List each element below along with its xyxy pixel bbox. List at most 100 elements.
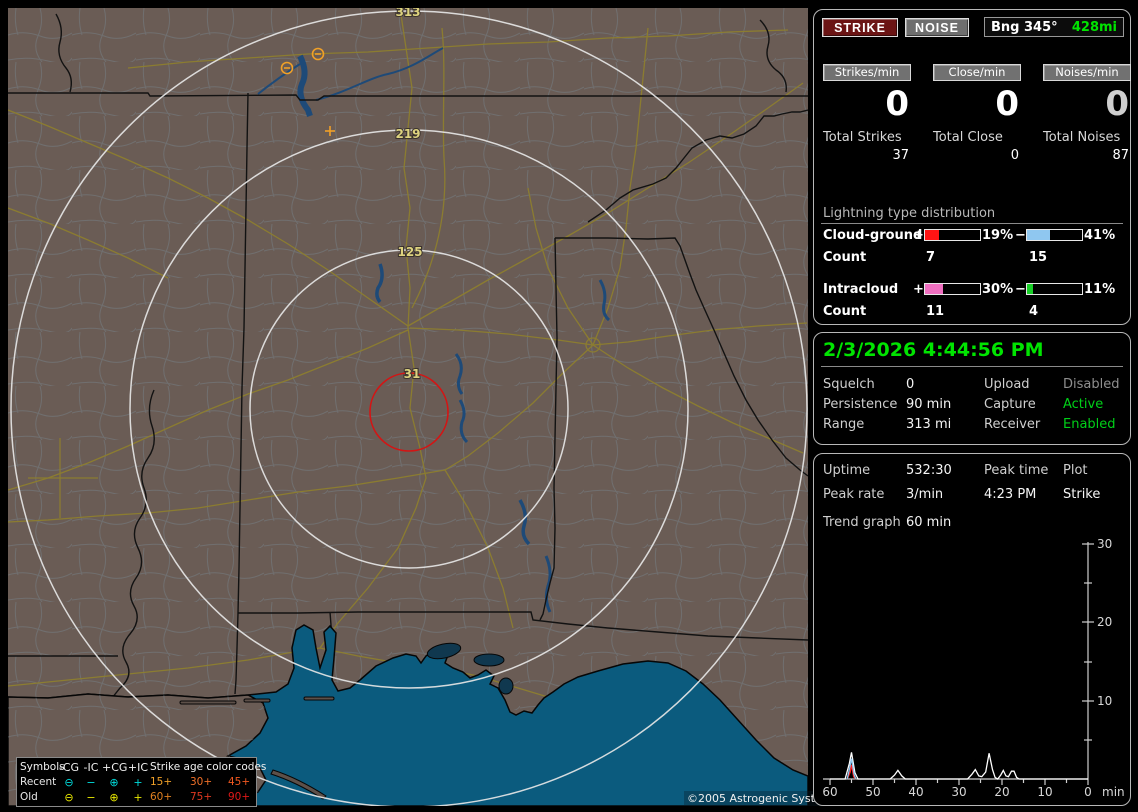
- svg-text:313: 313: [395, 8, 420, 19]
- intracloud-count-row: Count 11 4: [814, 304, 1130, 320]
- legend-col-nic: -IC: [83, 761, 99, 774]
- y-tick-20: 20: [1097, 615, 1112, 629]
- strikes-counter-column: Strikes/min 0 Total Strikes 37: [823, 64, 911, 163]
- ic-positive-count: 11: [926, 304, 945, 319]
- ic-positive-bar: [924, 283, 981, 295]
- receiver-status: Enabled: [1063, 417, 1116, 432]
- x-axis-unit: min: [1102, 785, 1125, 799]
- capture-label: Capture: [984, 397, 1036, 412]
- cloud-ground-label: Cloud-ground: [823, 228, 923, 243]
- age-90: 90+: [228, 791, 251, 804]
- ic-negative-bar: [1026, 283, 1083, 295]
- peak-rate-value: 3/min: [906, 487, 944, 502]
- y-tick-30: 30: [1097, 537, 1112, 551]
- cloud-ground-count-row: Count 7 15: [814, 250, 1130, 266]
- recent-ncg-icon: ⊖: [64, 776, 74, 789]
- squelch-value: 0: [906, 377, 915, 392]
- strikes-per-min-value: 0: [885, 84, 909, 124]
- close-per-min-button[interactable]: Close/min: [933, 64, 1021, 81]
- strike-mode-button[interactable]: STRIKE: [822, 18, 898, 37]
- recent-pic-icon: +: [133, 776, 143, 789]
- trend-axis-labels: 30 20 10 60 50 40 30 20 10 0 min: [822, 537, 1124, 799]
- x-tick-50: 50: [865, 785, 880, 799]
- age-30: 30+: [190, 776, 213, 789]
- squelch-label: Squelch: [823, 377, 875, 392]
- legend-age-header: Strike age color codes: [150, 761, 267, 774]
- trend-chart: 30 20 10 60 50 40 30 20 10 0 min: [822, 537, 1124, 799]
- persistence-label: Persistence: [823, 397, 898, 412]
- legend-recent-label: Recent: [20, 776, 57, 789]
- bearing-readout: Bng 345° 428mi: [984, 17, 1124, 37]
- trend-graph-label: Trend graph: [823, 515, 901, 530]
- svg-text:31: 31: [404, 367, 421, 381]
- total-strikes-label: Total Strikes: [823, 130, 902, 145]
- total-strikes-value: 37: [892, 148, 909, 163]
- total-close-label: Total Close: [933, 130, 1003, 145]
- upload-label: Upload: [984, 377, 1030, 392]
- x-tick-0: 0: [1084, 785, 1092, 799]
- legend-old-row: Old ⊖ − ⊕ + 60+ 75+ 90+: [20, 790, 256, 805]
- cg-negative-bar: [1026, 229, 1083, 241]
- datetime-divider: [821, 366, 1123, 367]
- persistence-value: 90 min: [906, 397, 952, 412]
- cg-negative-count: 15: [1029, 250, 1048, 265]
- recent-pcg-icon: ⊕: [109, 776, 119, 789]
- status-panel: 2/3/2026 4:44:56 PM Squelch 0 Persistenc…: [813, 332, 1131, 445]
- ic-negative-count: 4: [1029, 304, 1039, 319]
- cg-positive-bar: [924, 229, 981, 241]
- noises-counter-column: Noises/min 0 Total Noises 87: [1043, 64, 1131, 163]
- age-15: 15+: [150, 776, 173, 789]
- map-svg: 313 219 125 31: [8, 8, 808, 806]
- age-45: 45+: [228, 776, 251, 789]
- noises-per-min-button[interactable]: Noises/min: [1043, 64, 1131, 81]
- receiver-label: Receiver: [984, 417, 1041, 432]
- plus-sign: +: [913, 282, 924, 297]
- close-per-min-value: 0: [995, 84, 1019, 124]
- uptime-label: Uptime: [823, 463, 871, 478]
- noise-mode-button[interactable]: NOISE: [905, 18, 969, 37]
- minus-sign: −: [1015, 282, 1026, 297]
- intracloud-label: Intracloud: [823, 282, 899, 297]
- plus-sign: +: [913, 228, 924, 243]
- old-nic-icon: −: [86, 791, 96, 804]
- x-tick-10: 10: [1037, 785, 1052, 799]
- strike-counter-panel: STRIKE NOISE Bng 345° 428mi Strikes/min …: [813, 9, 1131, 325]
- capture-status: Active: [1063, 397, 1104, 412]
- old-pic-icon: +: [133, 791, 143, 804]
- legend-col-pic: +IC: [127, 761, 149, 774]
- plot-value: Strike: [1063, 487, 1101, 502]
- ic-negative-pct: 11%: [1084, 282, 1116, 297]
- x-tick-40: 40: [908, 785, 923, 799]
- close-counter-column: Close/min 0 Total Close 0: [933, 64, 1021, 163]
- map-legend: Symbols -CG -IC +CG +IC Strike age color…: [16, 757, 266, 807]
- plot-label: Plot: [1063, 463, 1088, 478]
- x-tick-60: 60: [822, 785, 837, 799]
- old-ncg-icon: ⊖: [64, 791, 74, 804]
- legend-col-ncg: -CG: [58, 761, 80, 774]
- peak-time-value: 4:23 PM: [984, 487, 1037, 502]
- legend-symbols-header: Symbols: [20, 761, 65, 774]
- cg-positive-count: 7: [926, 250, 936, 265]
- legend-recent-row: Recent ⊖ − ⊕ + 15+ 30+ 45+: [20, 775, 256, 790]
- strikes-per-min-button[interactable]: Strikes/min: [823, 64, 911, 81]
- nexstorm-app-window: 313 219 125 31 Symbols -CG -IC +CG +IC S…: [0, 0, 1138, 812]
- trend-graph-window: 60 min: [906, 515, 952, 530]
- age-60: 60+: [150, 791, 173, 804]
- count-label: Count: [823, 304, 867, 319]
- age-75: 75+: [190, 791, 213, 804]
- trend-panel: Uptime 532:30 Peak time Plot Peak rate 3…: [813, 453, 1131, 806]
- cloud-ground-row: Cloud-ground + 19% − 41%: [814, 228, 1130, 244]
- x-tick-20: 20: [994, 785, 1009, 799]
- legend-old-label: Old: [20, 791, 38, 804]
- distribution-header: Lightning type distribution: [823, 206, 996, 221]
- svg-text:219: 219: [395, 127, 420, 141]
- trend-series-strikes-total: [830, 752, 1088, 780]
- bearing-range-value: 428mi: [1071, 19, 1117, 35]
- recent-nic-icon: −: [86, 776, 96, 789]
- upload-status: Disabled: [1063, 377, 1120, 392]
- lightning-map[interactable]: 313 219 125 31 Symbols -CG -IC +CG +IC S…: [8, 8, 842, 807]
- legend-col-pcg: +CG: [102, 761, 128, 774]
- y-tick-10: 10: [1097, 694, 1112, 708]
- distribution-divider: [821, 223, 1123, 224]
- total-noises-label: Total Noises: [1043, 130, 1121, 145]
